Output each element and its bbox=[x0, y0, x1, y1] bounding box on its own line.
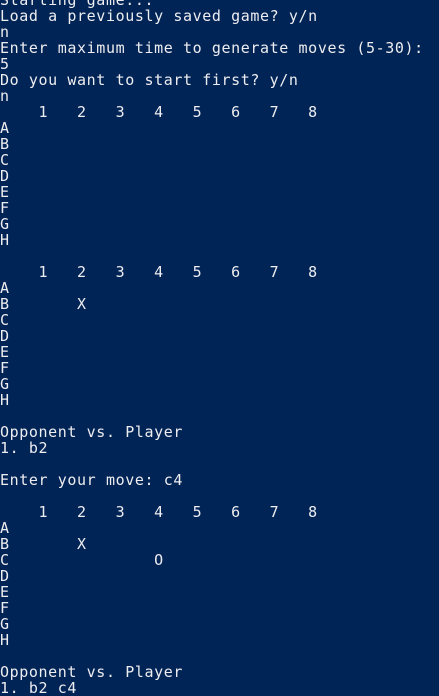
board-row: G _ _ _ _ _ _ _ _ bbox=[0, 616, 318, 632]
board-row: E _ _ _ _ _ _ _ _ bbox=[0, 344, 318, 360]
board-header: 1 2 3 4 5 6 7 8 bbox=[0, 104, 318, 120]
board-row: E _ _ _ _ _ _ _ _ bbox=[0, 584, 318, 600]
board-row: H _ _ _ _ _ _ _ _ bbox=[0, 232, 318, 248]
board-row: G _ _ _ _ _ _ _ _ bbox=[0, 376, 318, 392]
move-list: 1. b2 bbox=[0, 440, 49, 456]
board-row: F _ _ _ _ _ _ _ _ bbox=[0, 600, 318, 616]
board-row: F _ _ _ _ _ _ _ _ bbox=[0, 200, 318, 216]
move-prompt[interactable]: Enter your move: c4 bbox=[0, 472, 439, 488]
board-row: C _ _ _ _ _ _ _ _ bbox=[0, 152, 318, 168]
board-row: G _ _ _ _ _ _ _ _ bbox=[0, 216, 318, 232]
console-line: Starting game... bbox=[0, 0, 439, 8]
console-line: Enter maximum time to generate moves (5-… bbox=[0, 40, 424, 56]
board-row: D _ _ _ _ _ _ _ _ bbox=[0, 568, 318, 584]
board-row: F _ _ _ _ _ _ _ _ bbox=[0, 360, 318, 376]
board-row: E _ _ _ _ _ _ _ _ bbox=[0, 184, 318, 200]
console-line: Load a previously saved game? y/n bbox=[0, 8, 318, 24]
board-row: H _ _ _ _ _ _ _ _ bbox=[0, 632, 318, 648]
board-row: C _ _ _ O _ _ _ _ bbox=[0, 552, 318, 568]
board-row: C _ _ _ _ _ _ _ _ bbox=[0, 312, 318, 328]
move-list: 1. b2 c4 bbox=[0, 680, 78, 696]
board-row: B _ X _ _ _ _ _ _ bbox=[0, 536, 318, 552]
board-header: 1 2 3 4 5 6 7 8 bbox=[0, 264, 318, 280]
board-row: D _ _ _ _ _ _ _ _ bbox=[0, 168, 318, 184]
board-row: A _ _ _ _ _ _ _ _ bbox=[0, 280, 318, 296]
board-row: B _ _ _ _ _ _ _ _ bbox=[0, 136, 318, 152]
console-line: n bbox=[0, 24, 10, 40]
board-row: A _ _ _ _ _ _ _ _ bbox=[0, 120, 318, 136]
board-row: D _ _ _ _ _ _ _ _ bbox=[0, 328, 318, 344]
console-line: Do you want to start first? y/n bbox=[0, 72, 299, 88]
board-header: 1 2 3 4 5 6 7 8 bbox=[0, 504, 318, 520]
score-header: Opponent vs. Player bbox=[0, 664, 183, 680]
console-output: Starting game... Load a previously saved… bbox=[0, 0, 439, 696]
board-row: A _ _ _ _ _ _ _ _ bbox=[0, 520, 318, 536]
console-line: n bbox=[0, 88, 10, 104]
console-line: 5 bbox=[0, 56, 10, 72]
board-row: H _ _ _ _ _ _ _ _ bbox=[0, 392, 318, 408]
board-row: B _ X _ _ _ _ _ _ bbox=[0, 296, 318, 312]
score-header: Opponent vs. Player bbox=[0, 424, 183, 440]
